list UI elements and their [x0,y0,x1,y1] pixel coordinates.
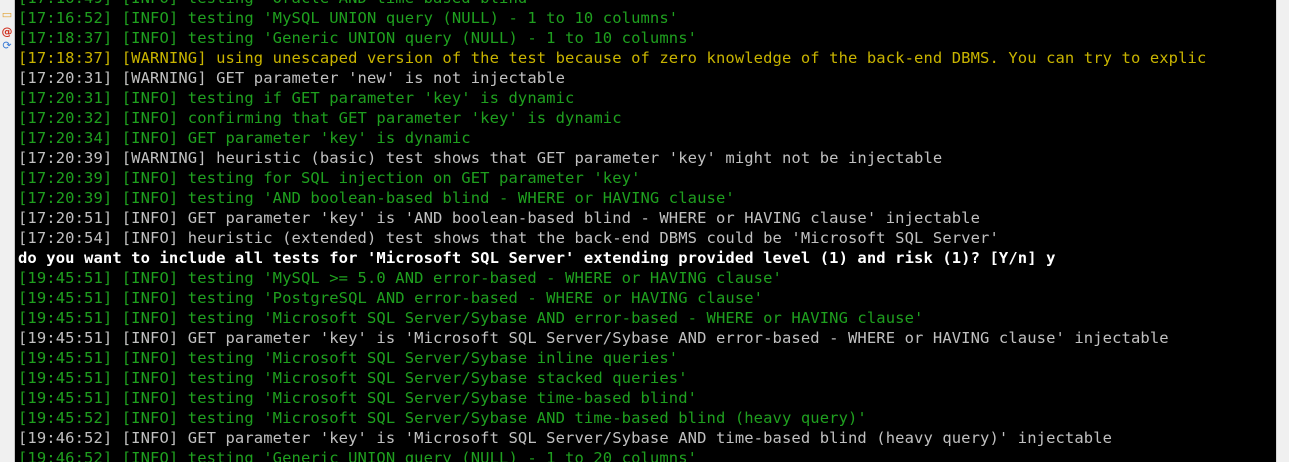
log-line-info: [17:20:39] [INFO] testing for SQL inject… [18,169,641,187]
log-line-plain: [17:20:51] [INFO] GET parameter 'key' is… [18,209,981,227]
log-line-info: [19:45:51] [INFO] testing 'Microsoft SQL… [18,349,679,367]
left-toolbar-strip: ▭ @ ⟳ [0,0,15,462]
log-line-info: [17:20:34] [INFO] GET parameter 'key' is… [18,129,471,147]
log-line-info: [17:20:39] [INFO] testing 'AND boolean-b… [18,189,735,207]
at-sign-icon[interactable]: @ [0,25,14,39]
log-lines: [17:16:49] [INFO] testing 'Oracle AND ti… [18,0,1206,462]
log-line-warning: [17:18:37] [WARNING] using unescaped ver… [18,49,1207,67]
log-line-info: [19:45:51] [INFO] testing 'MySQL >= 5.0 … [18,269,782,287]
reload-icon[interactable]: ⟳ [0,39,14,53]
log-line-info: [19:46:52] [INFO] testing 'Generic UNION… [18,449,698,462]
log-line-plain: [17:20:39] [WARNING] heuristic (basic) t… [18,149,943,167]
log-line-plain: [17:20:54] [INFO] heuristic (extended) t… [18,229,999,247]
vertical-scrollbar[interactable] [1276,0,1289,462]
log-line-info: [19:45:51] [INFO] testing 'Microsoft SQL… [18,369,688,387]
log-line-plain: [19:45:51] [INFO] GET parameter 'key' is… [18,329,1169,347]
terminal-output[interactable]: [17:16:49] [INFO] testing 'Oracle AND ti… [15,0,1277,462]
window-icon[interactable]: ▭ [0,8,14,22]
log-line-info: [17:18:37] [INFO] testing 'Generic UNION… [18,29,698,47]
log-line-plain: [19:46:52] [INFO] GET parameter 'key' is… [18,429,1113,447]
log-line-info: [17:16:49] [INFO] testing 'Oracle AND ti… [18,0,1206,8]
log-line-info: [17:20:31] [INFO] testing if GET paramet… [18,89,575,107]
log-line-info: [19:45:52] [INFO] testing 'Microsoft SQL… [18,409,867,427]
log-line-info: [17:20:32] [INFO] confirming that GET pa… [18,109,622,127]
log-line-info: [17:16:52] [INFO] testing 'MySQL UNION q… [18,9,679,27]
log-line-info: [19:45:51] [INFO] testing 'PostgreSQL AN… [18,289,764,307]
prompt-line: do you want to include all tests for 'Mi… [18,249,1056,267]
log-line-plain: [17:20:31] [WARNING] GET parameter 'new'… [18,69,566,87]
log-line-info: [19:45:51] [INFO] testing 'Microsoft SQL… [18,309,924,327]
log-line-info: [19:45:51] [INFO] testing 'Microsoft SQL… [18,389,698,407]
